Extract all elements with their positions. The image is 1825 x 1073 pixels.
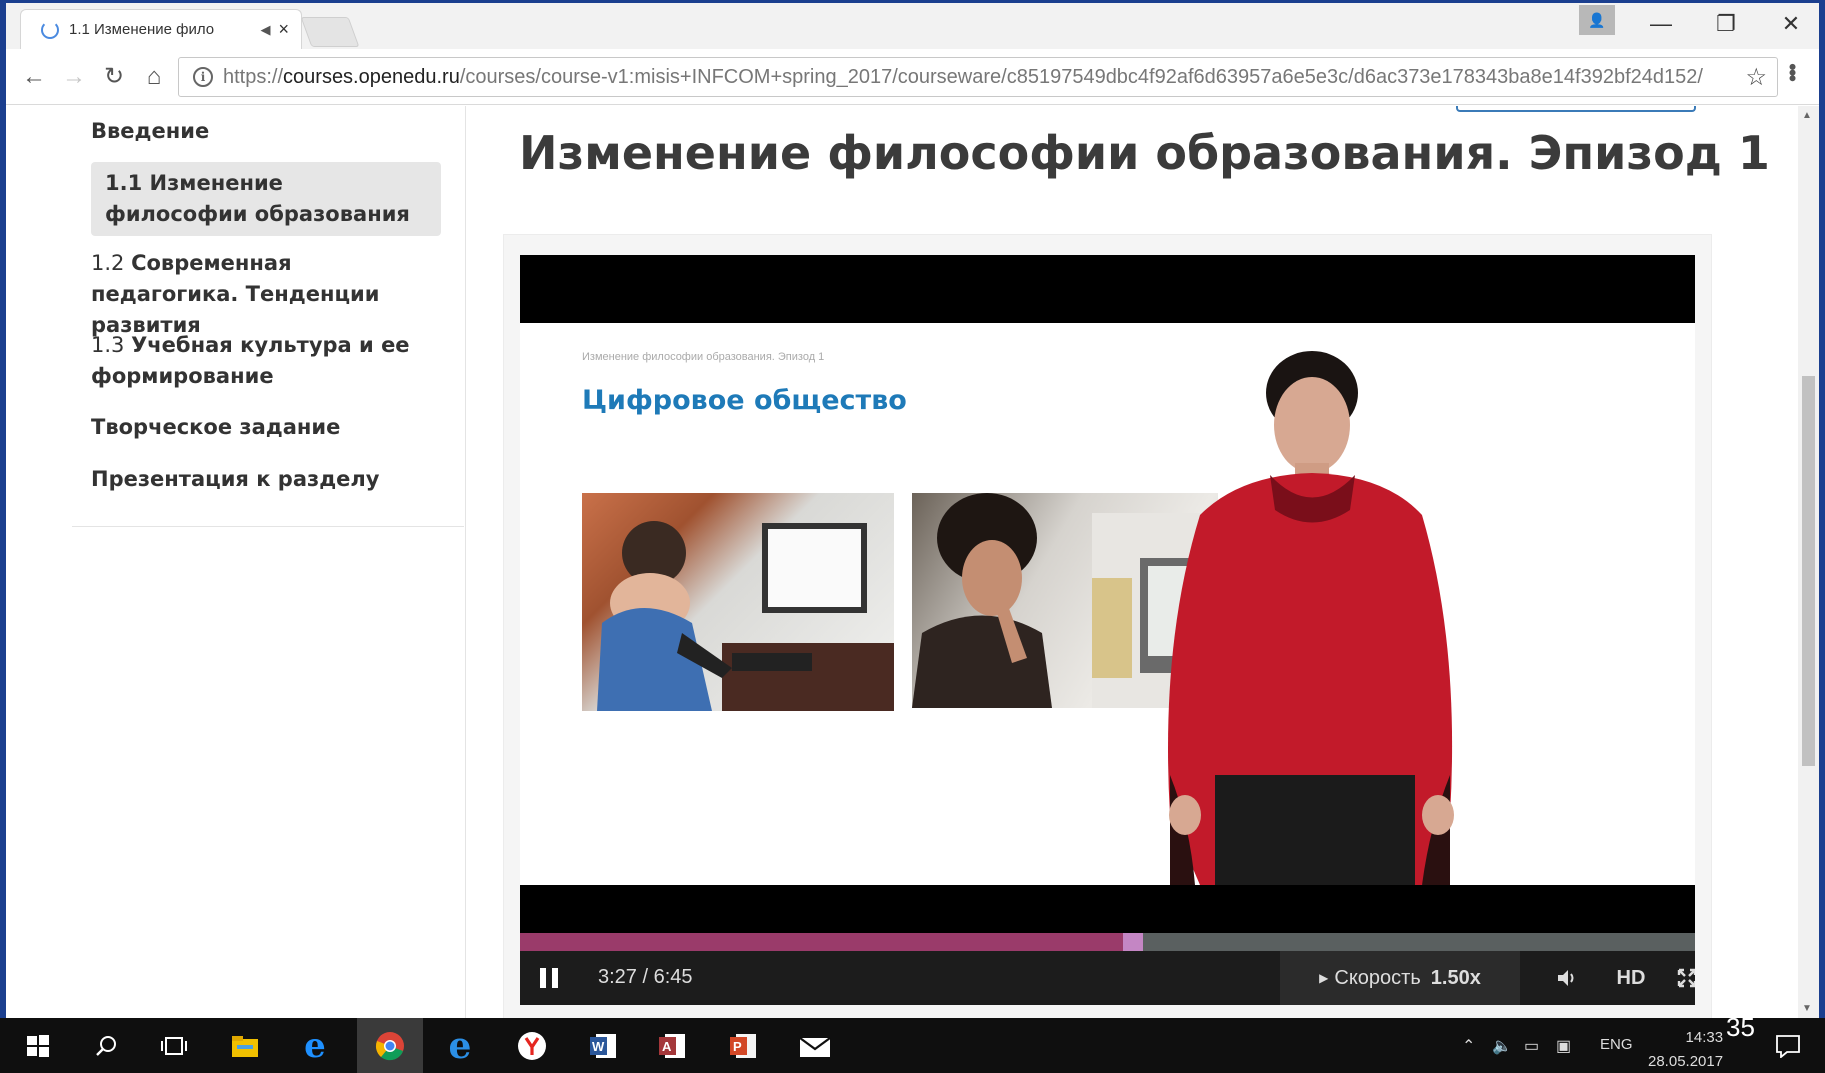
progress-fill (520, 933, 1123, 951)
sidebar-item-1-2[interactable]: 1.2 Современная педагогика. Тенденции ра… (91, 248, 441, 341)
restore-button[interactable]: ❐ (1706, 11, 1746, 37)
minimize-button[interactable]: — (1641, 11, 1681, 37)
fullscreen-icon (1677, 968, 1695, 988)
url-text[interactable]: https://courses.openedu.ru/courses/cours… (223, 66, 1703, 89)
speaker-icon[interactable]: 🔈 (1492, 1036, 1512, 1056)
course-navigation: Введение 1.1 Изменение философии образов… (66, 106, 466, 1018)
reload-button[interactable]: ↻ (94, 62, 134, 91)
browser-window: 1.1 Изменение фило ◀ × 👤 — ❐ ✕ ← → ↻ ⌂ i… (6, 3, 1819, 1018)
battery-icon[interactable]: ▭ (1524, 1036, 1539, 1056)
video-player[interactable]: Изменение философии образования. Эпизод … (520, 255, 1695, 1005)
hd-button[interactable]: HD (1604, 951, 1658, 1005)
notifications-icon[interactable] (1768, 1026, 1808, 1066)
svg-text:W: W (592, 1039, 605, 1054)
svg-text:P: P (733, 1039, 742, 1054)
tab-title: 1.1 Изменение фило (69, 21, 215, 38)
slide-caption: Изменение философии образования. Эпизод … (582, 351, 825, 363)
ie-icon[interactable]: e (440, 1025, 480, 1067)
tab-close-icon[interactable]: × (278, 19, 289, 40)
video-progress-bar[interactable] (520, 933, 1695, 951)
address-bar[interactable]: i https://courses.openedu.ru/courses/cou… (178, 57, 1778, 97)
browser-tab[interactable]: 1.1 Изменение фило ◀ × (20, 9, 302, 49)
sidebar-item-creative-task[interactable]: Творческое задание (91, 412, 441, 443)
sidebar-divider (72, 526, 464, 527)
photo-boy-computer (582, 493, 894, 711)
search-icon[interactable] (86, 1026, 126, 1066)
start-icon[interactable] (18, 1026, 58, 1066)
scroll-down-icon[interactable]: ▼ (1802, 1003, 1812, 1014)
sidebar-item-intro[interactable]: Введение (91, 116, 441, 147)
volume-button[interactable] (1540, 951, 1594, 1005)
fullscreen-button[interactable] (1660, 951, 1695, 1005)
video-container: Изменение философии образования. Эпизод … (503, 234, 1712, 1018)
speed-triangle-icon: ▶ (1319, 971, 1329, 985)
file-explorer-icon[interactable] (225, 1026, 265, 1066)
network-icon[interactable]: ▣ (1556, 1036, 1571, 1056)
powerpoint-icon[interactable]: P (723, 1026, 763, 1066)
yandex-icon[interactable] (512, 1026, 552, 1066)
language-indicator[interactable]: ENG (1600, 1036, 1633, 1053)
bookmark-button[interactable] (1456, 106, 1696, 112)
menu-icon[interactable]: ••• (1779, 63, 1805, 80)
loading-spinner-icon (41, 20, 59, 39)
forward-button[interactable]: → (54, 63, 94, 91)
home-button[interactable]: ⌂ (134, 63, 174, 91)
browser-toolbar: ← → ↻ ⌂ i https://courses.openedu.ru/cou… (6, 49, 1819, 105)
video-frame: Изменение философии образования. Эпизод … (520, 323, 1695, 885)
page-title: Изменение философии образования. Эпизод … (519, 126, 1770, 180)
tab-mute-icon[interactable]: ◀ (260, 22, 270, 38)
info-icon[interactable]: i (193, 67, 213, 87)
back-button[interactable]: ← (14, 63, 54, 91)
speed-label: Скорость (1334, 966, 1421, 989)
presenter (1160, 345, 1460, 885)
chrome-icon[interactable] (370, 1026, 410, 1066)
word-icon[interactable]: W (583, 1026, 623, 1066)
pause-button[interactable] (540, 968, 558, 988)
edge-icon[interactable]: e (295, 1026, 335, 1066)
sidebar-item-1-3[interactable]: 1.3 Учебная культура и ее формирование (91, 330, 441, 392)
clock-date: 28.05.2017 (1648, 1053, 1724, 1070)
page-scrollbar[interactable]: ▲ ▼ (1798, 106, 1819, 1018)
slide-number: 35 (1726, 1012, 1755, 1042)
sidebar-item-presentation[interactable]: Презентация к разделу (91, 464, 441, 495)
tab-bar: 1.1 Изменение фило ◀ × 👤 — ❐ ✕ (6, 3, 1819, 49)
mail-icon[interactable] (795, 1026, 835, 1066)
control-bar: 3:27 / 6:45 ▶ Скорость 1.50x HD (520, 951, 1695, 1005)
windows-taskbar: e e W A P ⌃ 🔈 ▭ ▣ ENG 14:33 28.05.2017 (0, 1018, 1825, 1073)
time-display: 3:27 / 6:45 (598, 966, 693, 988)
close-window-button[interactable]: ✕ (1771, 11, 1811, 37)
scroll-thumb[interactable] (1802, 376, 1815, 766)
video-controls: 3:27 / 6:45 ▶ Скорость 1.50x HD (520, 933, 1695, 1005)
speed-button[interactable]: ▶ Скорость 1.50x (1280, 951, 1520, 1005)
access-icon[interactable]: A (652, 1026, 692, 1066)
scroll-up-icon[interactable]: ▲ (1802, 110, 1812, 121)
progress-handle[interactable] (1122, 933, 1143, 951)
sidebar-item-1-1[interactable]: 1.1 Изменение философии образования (91, 162, 441, 236)
tray-chevron-icon[interactable]: ⌃ (1462, 1036, 1475, 1056)
system-clock[interactable]: 14:33 28.05.2017 (1648, 1026, 1723, 1073)
clock-time: 14:33 (1685, 1029, 1724, 1046)
bookmark-star-icon[interactable]: ☆ (1745, 63, 1767, 92)
new-tab-button[interactable] (300, 17, 360, 47)
volume-icon (1558, 970, 1574, 986)
page-content: Введение 1.1 Изменение философии образов… (6, 106, 1798, 1018)
task-view-icon[interactable] (154, 1026, 194, 1066)
speed-value: 1.50x (1430, 966, 1481, 989)
slide-heading: Цифровое общество (582, 385, 907, 416)
profile-icon[interactable]: 👤 (1579, 5, 1615, 35)
svg-text:A: A (662, 1039, 672, 1054)
